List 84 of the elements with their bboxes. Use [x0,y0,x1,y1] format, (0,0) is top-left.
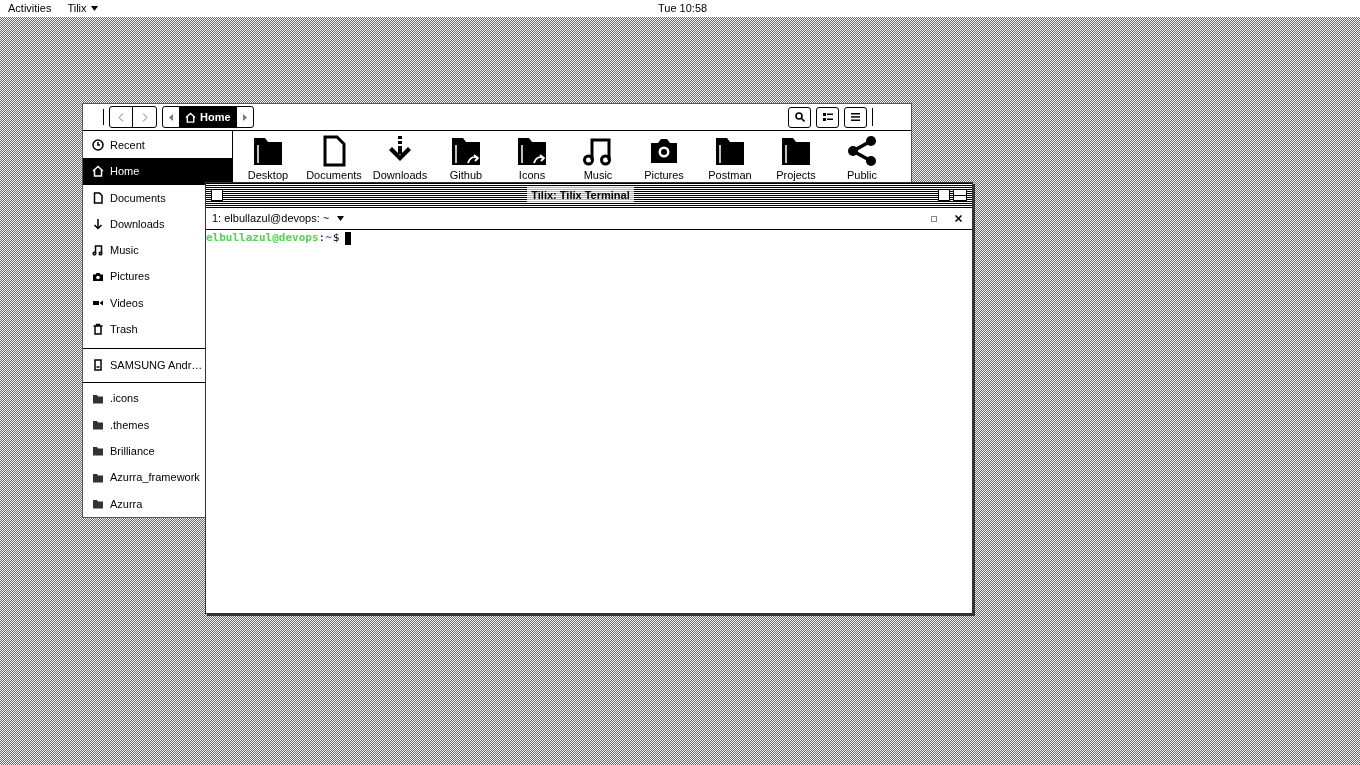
chevron-left-icon [118,112,124,122]
folder-icon [92,445,104,458]
sidebar-item-label: Home [110,164,140,180]
activities-button[interactable]: Activities [8,0,52,17]
folder-label: Public [847,169,877,181]
linked-folder-icon [516,135,548,167]
clock-icon [92,139,104,152]
split-down-button[interactable] [953,189,967,201]
sidebar-item-label: Music [110,243,139,259]
path-home-button[interactable]: Home [179,107,237,127]
folder-icon [92,497,104,510]
folder-item[interactable]: Icons [499,135,565,181]
sidebar-item-label: Documents [110,190,166,206]
folder-icon [92,418,104,431]
folder-label: Desktop [247,169,289,181]
caret-icon [337,216,345,221]
folder-label: Icons [518,169,546,181]
sidebar-item-label: Pictures [110,269,150,285]
window-title: Tilix: Tilix Terminal [527,186,634,204]
folder-label: Postman [708,169,752,181]
share-icon [846,135,878,167]
folder-icon [714,135,746,167]
drive-icon [92,359,104,372]
sidebar-item-label: Azurra [110,496,143,512]
folder-item[interactable]: Github [433,135,499,181]
clock: Tue 10:58 [658,1,708,17]
session-dropdown[interactable]: 1: elbullazul@devops: ~ [212,210,345,227]
home-icon [92,165,104,178]
text-cursor [345,231,352,245]
document-icon [92,191,104,204]
folder-item[interactable]: Music [565,135,631,181]
folder-item[interactable]: Downloads [367,135,433,181]
folder-item[interactable]: Documents [301,135,367,181]
chevron-right-icon [141,112,148,122]
folder-icon [780,135,812,167]
sidebar-item-label: Azurra_framework [110,470,200,486]
prompt-path: ~ [325,231,332,245]
view-toggle-button[interactable] [816,106,839,128]
folder-item[interactable]: Pictures [631,135,697,181]
sidebar-item-label: Trash [110,322,138,338]
folder-label: Music [583,169,613,181]
music-note-icon [92,244,104,257]
prompt-user-host: elbullazul@devops [206,231,319,245]
search-button[interactable] [788,106,811,128]
close-icon [955,215,962,222]
folder-label: Projects [776,169,816,181]
sidebar-item-label: Downloads [110,216,165,232]
menu-button[interactable] [844,106,867,128]
right-triangle-icon [242,113,247,121]
folder-item[interactable]: Desktop [235,135,301,181]
folder-label: Documents [306,169,362,181]
close-button[interactable] [955,215,962,222]
prompt-separator: : [318,231,326,245]
sidebar-item-label: .themes [110,417,150,433]
prompt-symbol: $ [332,231,340,245]
down-arrow-icon [92,218,104,231]
search-icon [794,112,805,122]
folder-item[interactable]: Projects [763,135,829,181]
folder-item[interactable]: Postman [697,135,763,181]
camera-icon [92,270,104,283]
split-right-button[interactable] [938,189,950,201]
left-triangle-icon [169,113,173,121]
sidebar-item-label: SAMSUNG Andr… [110,358,203,374]
sidebar-item[interactable]: Home [83,158,232,185]
linked-folder-icon [450,135,482,167]
folder-icon [252,135,284,167]
close-box-button[interactable] [211,189,223,201]
caret-icon [90,6,98,11]
folder-label: Github [449,169,483,181]
sidebar-item-label: Brilliance [110,443,155,459]
sidebar-item-label: .icons [110,391,139,407]
folder-item[interactable]: Public [829,135,895,181]
folder-label: Pictures [644,169,684,181]
folder-icon [92,392,104,405]
trash-icon [92,323,104,336]
maximize-button[interactable] [931,215,937,222]
sidebar-item-label: Recent [110,137,145,153]
folder-label: Downloads [372,169,428,181]
home-icon [185,111,196,123]
app-menu[interactable]: Tilix [67,0,98,17]
sidebar-item-label: Videos [110,295,144,311]
menu-icon [851,113,860,121]
folder-icon [92,471,104,484]
list-view-icon [822,113,833,121]
